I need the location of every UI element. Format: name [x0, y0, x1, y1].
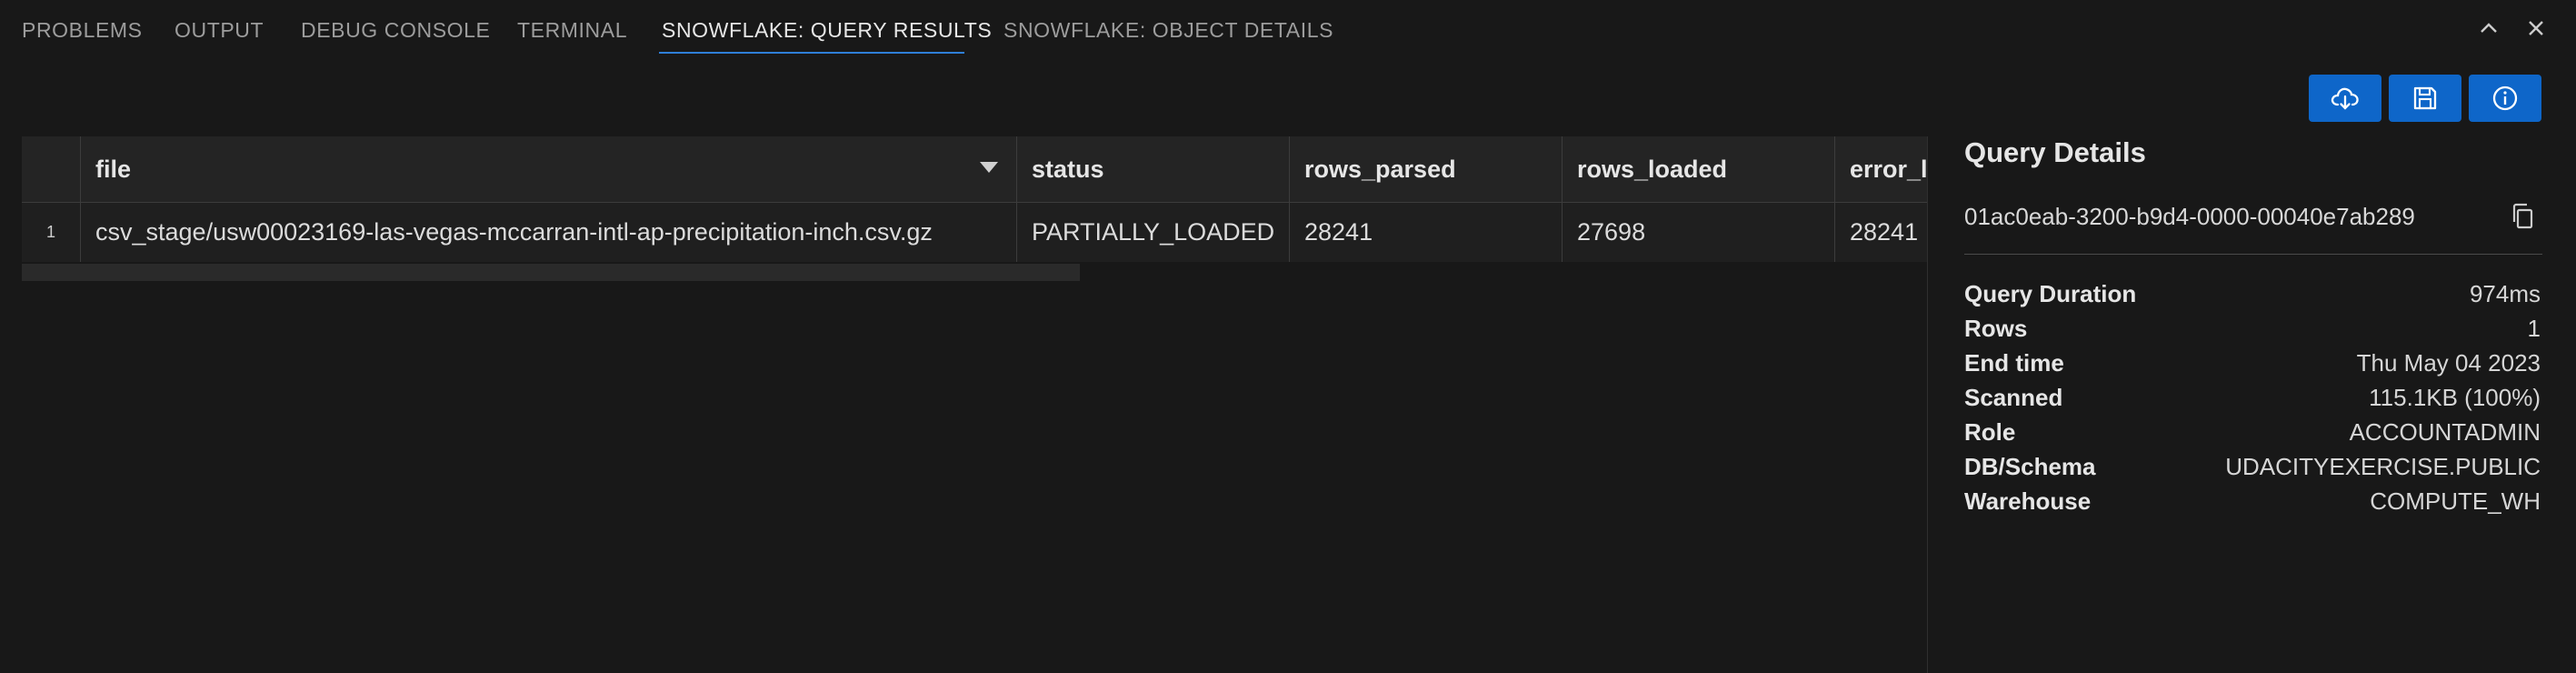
grid-header-row: file status rows_parsed rows_loaded erro…	[22, 136, 1927, 203]
save-button[interactable]	[2389, 75, 2461, 122]
cell-rows-loaded[interactable]: 27698	[1563, 203, 1835, 262]
column-header-label: rows_parsed	[1304, 155, 1456, 183]
query-id[interactable]: 01ac0eab-3200-b9d4-0000-00040e7ab289	[1964, 202, 2415, 231]
detail-label: End time	[1964, 349, 2064, 377]
save-icon	[2411, 85, 2439, 112]
cell-file[interactable]: csv_stage/usw00023169-las-vegas-mccarran…	[81, 203, 1017, 262]
tab-output[interactable]: OUTPUT	[175, 17, 264, 43]
detail-scanned: Scanned 115.1KB (100%)	[1964, 382, 2541, 413]
close-icon[interactable]	[2522, 15, 2550, 42]
sort-dropdown-icon[interactable]	[980, 162, 998, 173]
detail-role: Role ACCOUNTADMIN	[1964, 417, 2541, 447]
detail-value: COMPUTE_WH	[2370, 487, 2541, 515]
divider	[1964, 254, 2542, 255]
query-info-button[interactable]	[2469, 75, 2541, 122]
column-header-label: file	[95, 155, 132, 183]
table-row[interactable]: 1 csv_stage/usw00023169-las-vegas-mccarr…	[22, 203, 1927, 262]
column-header-rows-parsed[interactable]: rows_parsed	[1290, 136, 1563, 202]
detail-label: Role	[1964, 418, 2016, 446]
column-header-file[interactable]: file	[81, 136, 1017, 202]
chevron-up-icon[interactable]	[2475, 15, 2502, 42]
cell-rows-parsed[interactable]: 28241	[1290, 203, 1563, 262]
detail-value: 974ms	[2469, 280, 2541, 307]
horizontal-scrollbar[interactable]	[22, 264, 1080, 281]
detail-warehouse: Warehouse COMPUTE_WH	[1964, 486, 2541, 517]
detail-rows: Rows 1	[1964, 313, 2541, 344]
panel-title: Query Details	[1964, 136, 2146, 168]
panel-tab-bar: PROBLEMS OUTPUT DEBUG CONSOLE TERMINAL S…	[0, 0, 2576, 56]
download-results-button[interactable]	[2309, 75, 2381, 122]
detail-end-time: End time Thu May 04 2023	[1964, 347, 2541, 378]
cloud-download-icon	[2330, 85, 2361, 112]
detail-db-schema: DB/Schema UDACITYEXERCISE.PUBLIC	[1964, 451, 2541, 482]
detail-value: UDACITYEXERCISE.PUBLIC	[2225, 453, 2541, 480]
detail-label: DB/Schema	[1964, 453, 2096, 480]
detail-value: Thu May 04 2023	[2356, 349, 2541, 377]
tab-snowflake-object-details[interactable]: SNOWFLAKE: OBJECT DETAILS	[1003, 17, 1333, 43]
column-header-rows-loaded[interactable]: rows_loaded	[1563, 136, 1835, 202]
detail-label: Rows	[1964, 315, 2028, 342]
column-header-label: rows_loaded	[1577, 155, 1728, 183]
detail-value: 1	[2527, 315, 2541, 342]
active-tab-indicator	[659, 52, 964, 54]
detail-value: 115.1KB (100%)	[2369, 384, 2541, 411]
copy-icon[interactable]	[2510, 202, 2537, 231]
cell-error-limit[interactable]: 28241	[1835, 203, 1927, 262]
tab-debug-console[interactable]: DEBUG CONSOLE	[301, 17, 490, 43]
row-number-header	[22, 136, 81, 202]
cell-status[interactable]: PARTIALLY_LOADED	[1017, 203, 1290, 262]
column-header-status[interactable]: status	[1017, 136, 1290, 202]
column-header-label: error_lim	[1850, 155, 1927, 183]
detail-label: Warehouse	[1964, 487, 2092, 515]
row-number: 1	[22, 203, 81, 262]
column-header-label: status	[1032, 155, 1104, 183]
info-icon	[2491, 85, 2519, 112]
column-header-error-limit[interactable]: error_lim	[1835, 136, 1927, 202]
detail-value: ACCOUNTADMIN	[2349, 418, 2541, 446]
results-grid: file status rows_parsed rows_loaded erro…	[22, 136, 1927, 262]
tab-problems[interactable]: PROBLEMS	[22, 17, 143, 43]
detail-label: Query Duration	[1964, 280, 2137, 307]
tab-snowflake-query-results[interactable]: SNOWFLAKE: QUERY RESULTS	[662, 17, 992, 43]
detail-query-duration: Query Duration 974ms	[1964, 278, 2541, 309]
query-details-panel: Query Details 01ac0eab-3200-b9d4-0000-00…	[1927, 136, 2576, 673]
tab-terminal[interactable]: TERMINAL	[517, 17, 627, 43]
detail-label: Scanned	[1964, 384, 2063, 411]
